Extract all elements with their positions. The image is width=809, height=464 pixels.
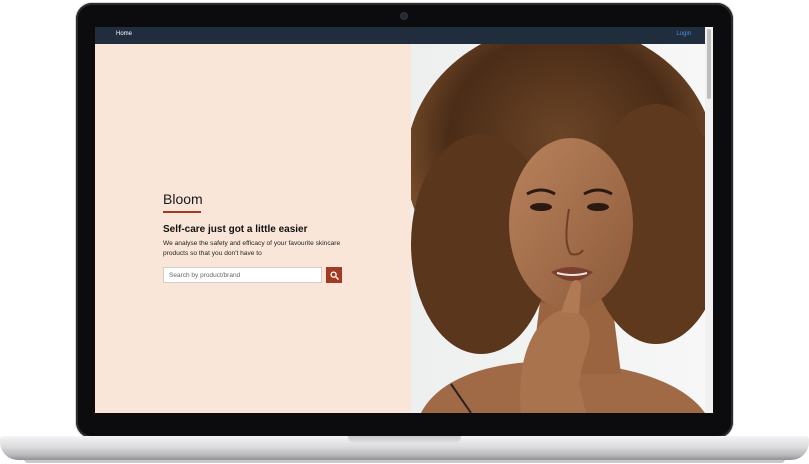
laptop-base-shadow (24, 459, 785, 463)
hero-tagline: Self-care just got a little easier (163, 224, 308, 235)
search-bar (163, 267, 343, 283)
page-scrollbar[interactable] (705, 27, 713, 413)
nav-login-link[interactable]: Login (676, 31, 691, 37)
hero-portrait-photo (411, 44, 705, 413)
search-icon (329, 270, 339, 280)
webcam (401, 13, 407, 19)
brand-name: Bloom (163, 191, 203, 207)
search-button[interactable] (326, 267, 342, 283)
search-input[interactable] (163, 267, 322, 283)
browser-viewport: Home Login Bloom Self-care just got a li… (95, 27, 713, 413)
scrollbar-thumb[interactable] (707, 29, 711, 99)
laptop-base-notch (348, 436, 461, 444)
hero-description: We analyse the safety and efficacy of yo… (163, 240, 341, 257)
nav-home-link[interactable]: Home (116, 31, 132, 37)
portrait-illustration (411, 44, 705, 413)
navbar: Home Login (95, 27, 705, 44)
brand-underline (163, 211, 201, 213)
